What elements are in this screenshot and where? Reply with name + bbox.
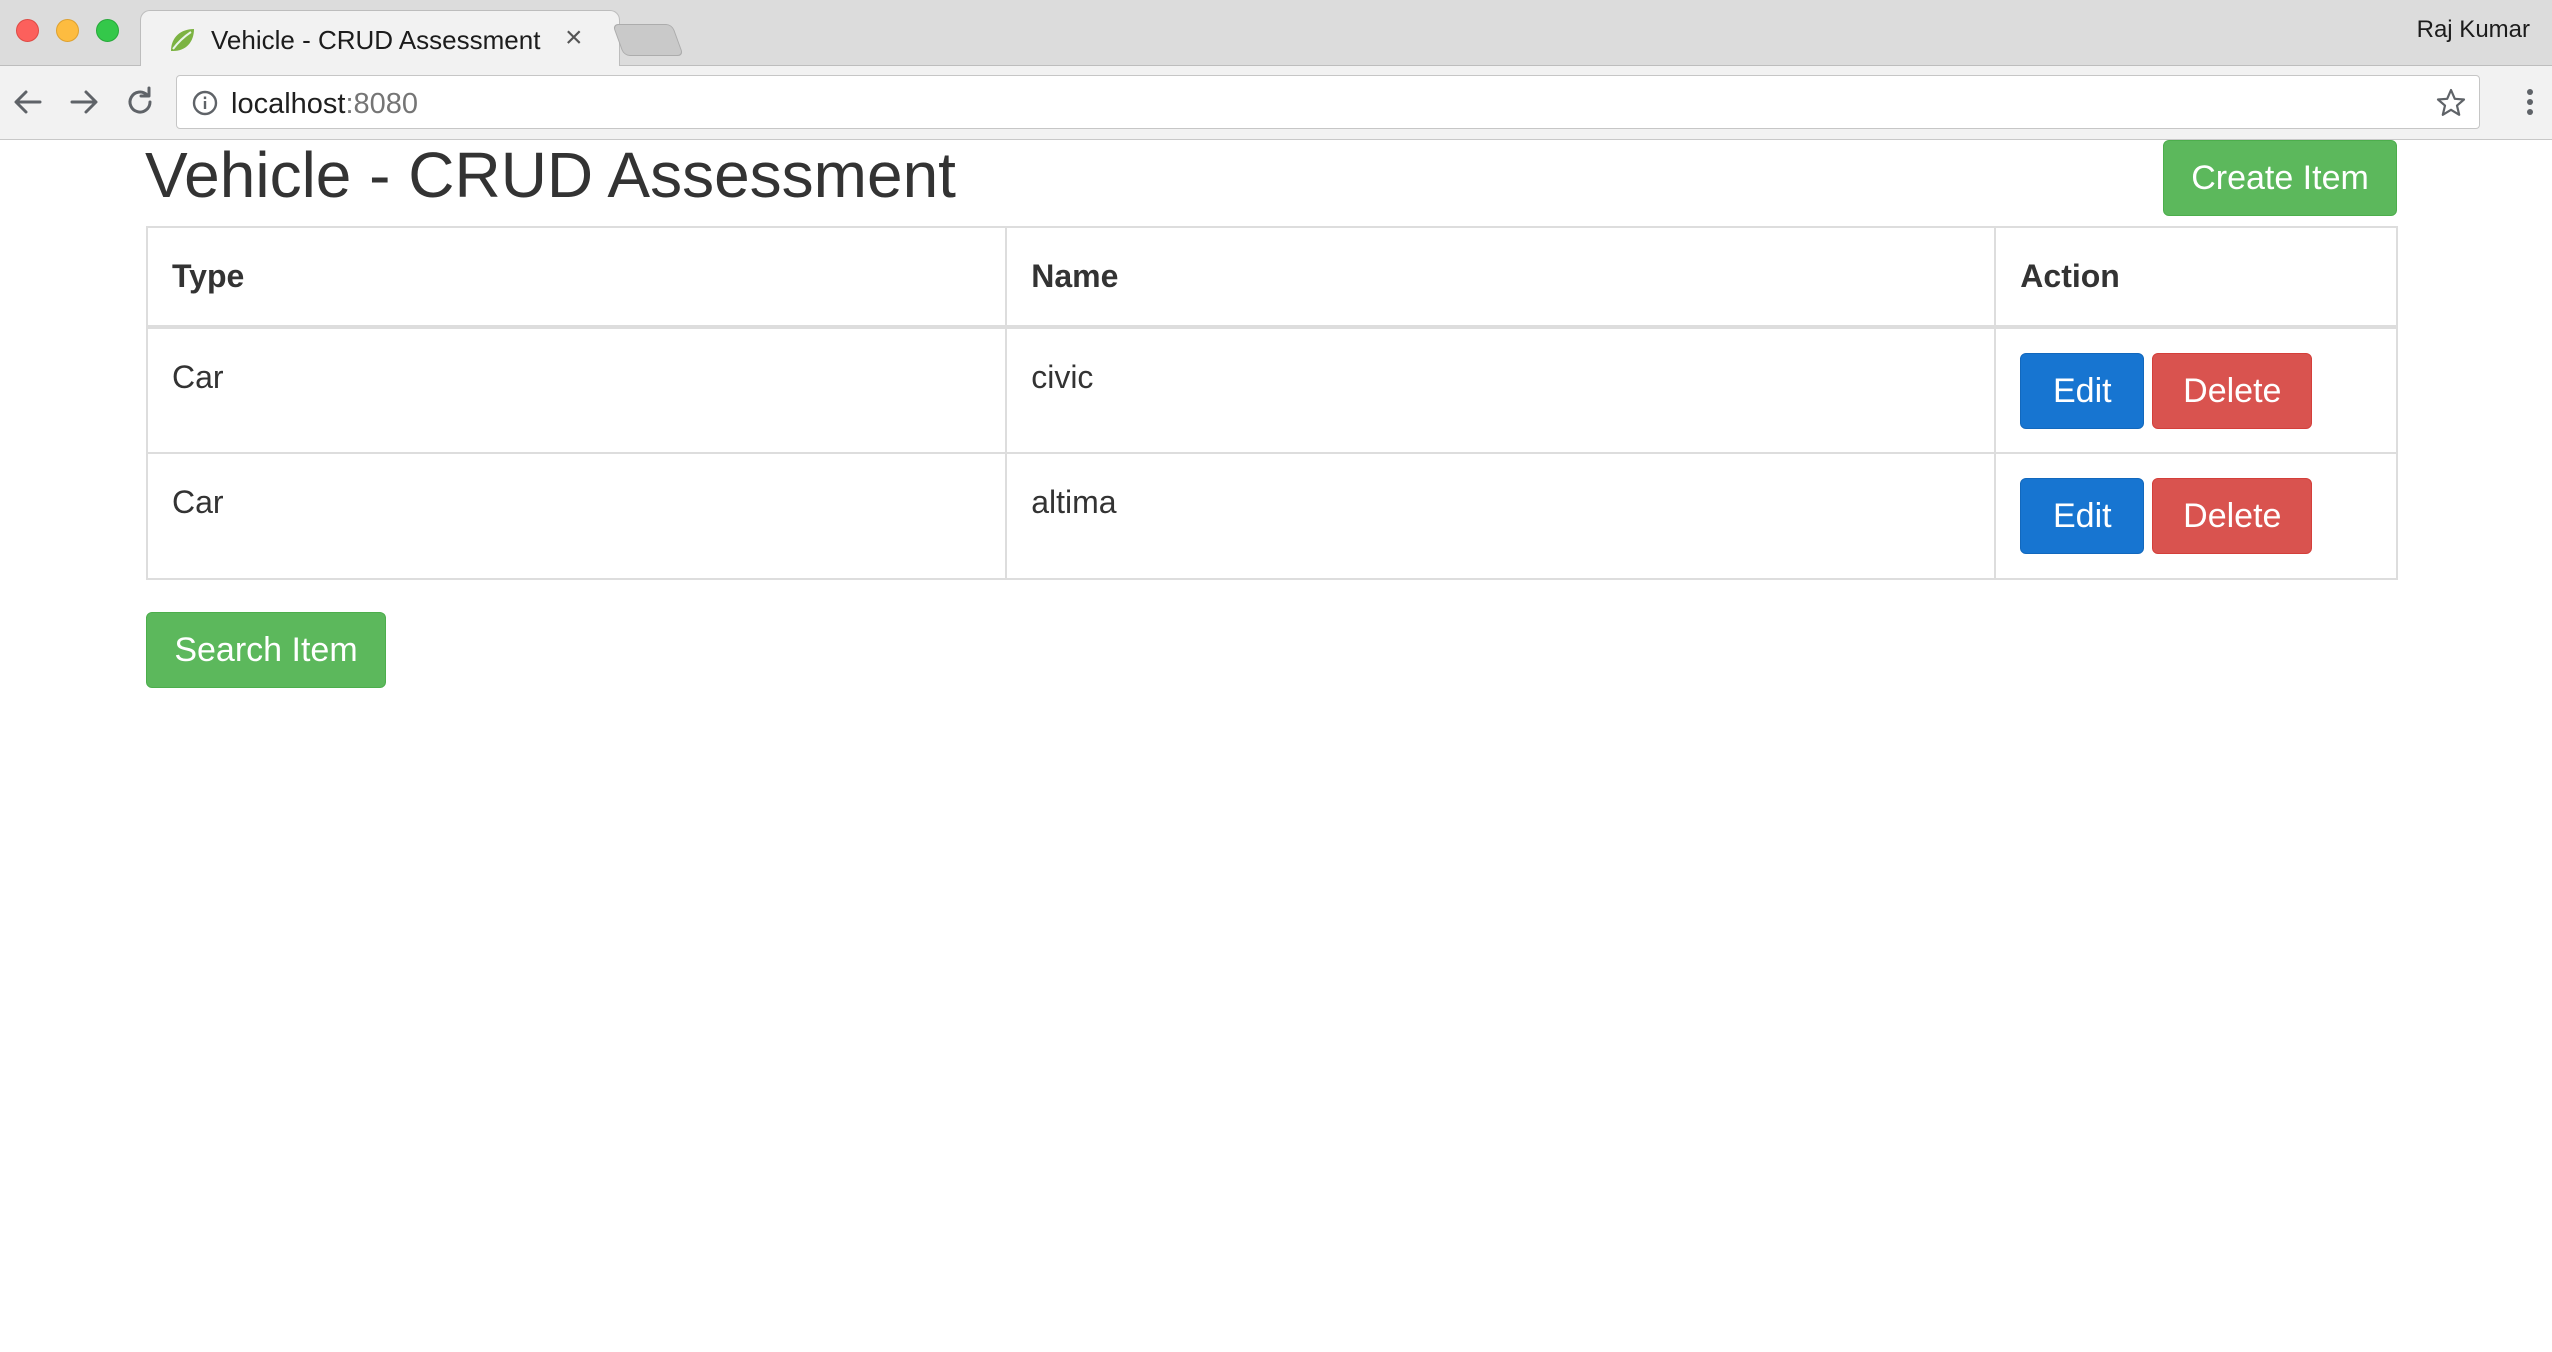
url-host: localhost: [231, 88, 346, 120]
star-icon[interactable]: [2435, 87, 2467, 119]
cell-type: Car: [145, 452, 1008, 580]
cell-name: altima: [1005, 452, 1997, 580]
table-header-row: Type Name Action: [145, 226, 2398, 329]
header-action: Action: [1994, 226, 2398, 329]
vehicle-table: Type Name Action Car civic Edit Delete C…: [145, 226, 2398, 580]
table-row: Car altima Edit Delete: [145, 452, 2398, 580]
spring-leaf-icon: [167, 25, 197, 55]
address-bar[interactable]: localhost:8080: [176, 75, 2480, 129]
search-item-button[interactable]: Search Item: [146, 612, 386, 688]
forward-arrow-icon[interactable]: [64, 82, 104, 122]
cell-name: civic: [1005, 326, 1997, 454]
cell-action: Edit Delete: [1994, 452, 2398, 580]
create-item-button[interactable]: Create Item: [2163, 140, 2397, 216]
cell-action: Edit Delete: [1994, 326, 2398, 454]
info-icon[interactable]: [191, 89, 219, 117]
url-port: :8080: [345, 88, 419, 120]
new-tab-button[interactable]: [612, 24, 684, 56]
browser-tab[interactable]: Vehicle - CRUD Assessment ×: [140, 10, 620, 67]
table-row: Car civic Edit Delete: [145, 326, 2398, 454]
browser-titlebar: Vehicle - CRUD Assessment × Raj Kumar: [0, 0, 2552, 67]
cell-type: Car: [145, 326, 1008, 454]
url-text[interactable]: localhost:8080: [231, 88, 418, 121]
tab-close-icon[interactable]: ×: [565, 23, 583, 53]
back-arrow-icon[interactable]: [8, 82, 48, 122]
edit-button[interactable]: Edit: [2020, 478, 2145, 554]
edit-button[interactable]: Edit: [2020, 353, 2145, 429]
header-name: Name: [1005, 226, 1997, 329]
delete-button[interactable]: Delete: [2152, 353, 2313, 429]
tab-title: Vehicle - CRUD Assessment: [211, 25, 541, 55]
window-close-button[interactable]: [16, 19, 39, 42]
window-maximize-button[interactable]: [96, 19, 119, 42]
header-type: Type: [145, 226, 1008, 329]
window-minimize-button[interactable]: [56, 19, 79, 42]
profile-name[interactable]: Raj Kumar: [2417, 16, 2530, 44]
delete-button[interactable]: Delete: [2152, 478, 2313, 554]
page-title: Vehicle - CRUD Assessment: [145, 139, 956, 211]
reload-icon[interactable]: [120, 82, 160, 122]
browser-toolbar: localhost:8080: [0, 66, 2552, 140]
more-vert-icon[interactable]: [2510, 82, 2550, 122]
